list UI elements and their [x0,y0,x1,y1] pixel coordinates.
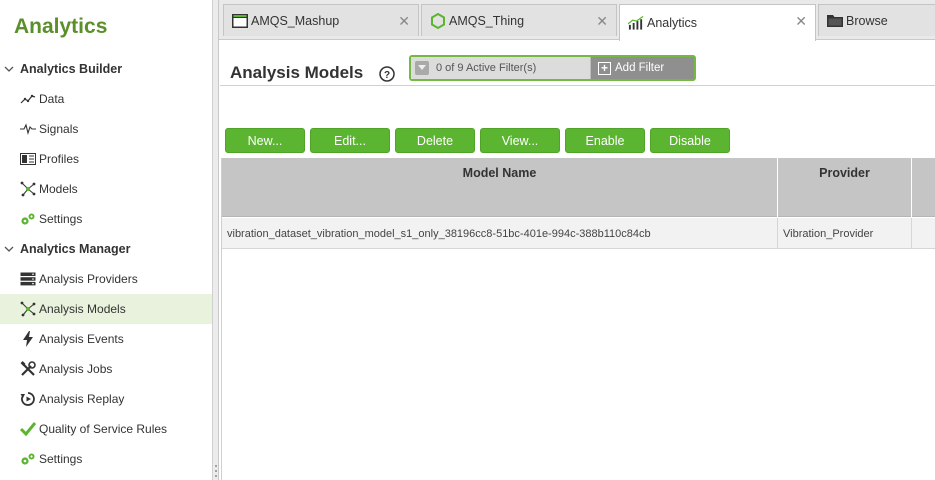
help-icon[interactable]: ? [379,66,395,82]
close-icon[interactable]: ✕ [596,13,608,30]
sidebar-item-manager-settings[interactable]: Settings [0,444,212,474]
chevron-down-icon [4,65,14,73]
close-icon[interactable]: ✕ [795,13,807,30]
page-title: Analysis Models [230,63,364,82]
tab-browse[interactable]: Browse [818,4,935,36]
mashup-icon [232,13,248,28]
sidebar-section-analytics-builder[interactable]: Analytics Builder [0,54,212,84]
providers-icon [20,271,36,287]
tab-label: AMQS_Thing [449,13,525,28]
sidebar-item-quality-of-service-rules[interactable]: Quality of Service Rules [0,414,212,444]
column-header-extra [912,158,935,217]
lightning-icon [20,331,36,347]
add-filter-button[interactable]: + Add Filter [591,57,694,79]
thing-icon [430,12,446,29]
tab-amqs-mashup[interactable]: AMQS_Mashup ✕ [223,4,419,36]
cell-provider: Vibration_Provider [778,218,912,249]
sidebar-item-label: Analysis Replay [39,392,125,406]
plus-icon: + [598,61,611,75]
sidebar-section-analytics-manager[interactable]: Analytics Manager [0,234,212,264]
sidebar-item-label: Analysis Providers [39,272,138,286]
tab-amqs-thing[interactable]: AMQS_Thing ✕ [421,4,617,36]
folder-icon [827,14,843,28]
settings-icon [20,211,36,227]
sidebar-item-label: Models [39,182,78,196]
sidebar-item-analysis-replay[interactable]: Analysis Replay [0,384,212,414]
checkmark-icon [20,421,36,437]
close-icon[interactable]: ✕ [398,13,410,30]
tools-icon [20,361,36,377]
edit-button[interactable]: Edit... [310,128,390,153]
disable-button[interactable]: Disable [650,128,730,153]
models-icon [20,181,36,197]
tab-label: Browse [846,13,888,28]
sidebar-item-label: Settings [39,212,83,226]
sidebar-item-signals[interactable]: Signals [0,114,212,144]
column-header-provider[interactable]: Provider [778,158,912,217]
view-button[interactable]: View... [480,128,560,153]
data-icon [20,91,36,107]
add-filter-label: Add Filter [615,62,665,74]
svg-text:?: ? [384,70,390,81]
column-header-model-name[interactable]: Model Name [222,158,778,217]
sidebar-item-analysis-models[interactable]: Analysis Models [0,294,212,324]
sidebar-item-models[interactable]: Models [0,174,212,204]
chevron-down-icon [415,61,429,75]
sidebar-section-label: Analytics Builder [20,62,123,76]
replay-icon [20,391,36,407]
sidebar-item-label: Signals [39,122,79,136]
sidebar-resize-handle[interactable] [213,0,219,480]
grid-header: Model Name Provider [222,158,935,217]
tab-analytics[interactable]: Analytics ✕ [619,4,816,41]
delete-button[interactable]: Delete [395,128,475,153]
sidebar-item-data[interactable]: Data [0,84,212,114]
sidebar-item-analysis-events[interactable]: Analysis Events [0,324,212,354]
grip-dots-icon [214,464,218,478]
sidebar-item-label: Profiles [39,152,80,166]
tab-label: AMQS_Mashup [251,13,340,28]
new-button[interactable]: New... [225,128,305,153]
enable-button[interactable]: Enable [565,128,645,153]
main-content: Analysis Models ? 0 of 9 Active Filter(s… [220,41,935,480]
sidebar-item-label: Data [39,92,65,106]
tab-bar: AMQS_Mashup ✕ AMQS_Thing ✕ Analytics ✕ B… [219,0,935,41]
chevron-down-icon [4,245,14,253]
settings-icon [20,451,36,467]
sidebar-item-analysis-jobs[interactable]: Analysis Jobs [0,354,212,384]
models-grid: Model Name Provider vibration_dataset_vi… [221,158,935,480]
sidebar: Analytics Analytics Builder Data Signals… [0,0,213,480]
signals-icon [20,121,36,137]
sidebar-item-label: Quality of Service Rules [39,422,168,436]
sidebar-item-analysis-providers[interactable]: Analysis Providers [0,264,212,294]
sidebar-item-label: Analysis Events [39,332,124,346]
models-icon [20,301,36,317]
title-divider [220,85,935,86]
filter-dropdown[interactable]: 0 of 9 Active Filter(s) [411,57,591,79]
table-row[interactable]: vibration_dataset_vibration_model_s1_onl… [222,218,935,249]
analytics-icon [628,16,644,30]
sidebar-item-settings[interactable]: Settings [0,204,212,234]
sidebar-item-label: Settings [39,452,83,466]
profiles-icon [20,151,36,167]
active-filter-count: 0 of 9 Active Filter(s) [436,62,537,74]
tab-label: Analytics [647,16,698,30]
filter-bar: 0 of 9 Active Filter(s) + Add Filter [409,55,696,81]
sidebar-item-label: Analysis Models [39,302,126,316]
sidebar-item-label: Analysis Jobs [39,362,113,376]
sidebar-section-label: Analytics Manager [20,242,131,256]
sidebar-title: Analytics [14,15,108,38]
cell-model-name: vibration_dataset_vibration_model_s1_onl… [222,218,778,249]
sidebar-item-profiles[interactable]: Profiles [0,144,212,174]
